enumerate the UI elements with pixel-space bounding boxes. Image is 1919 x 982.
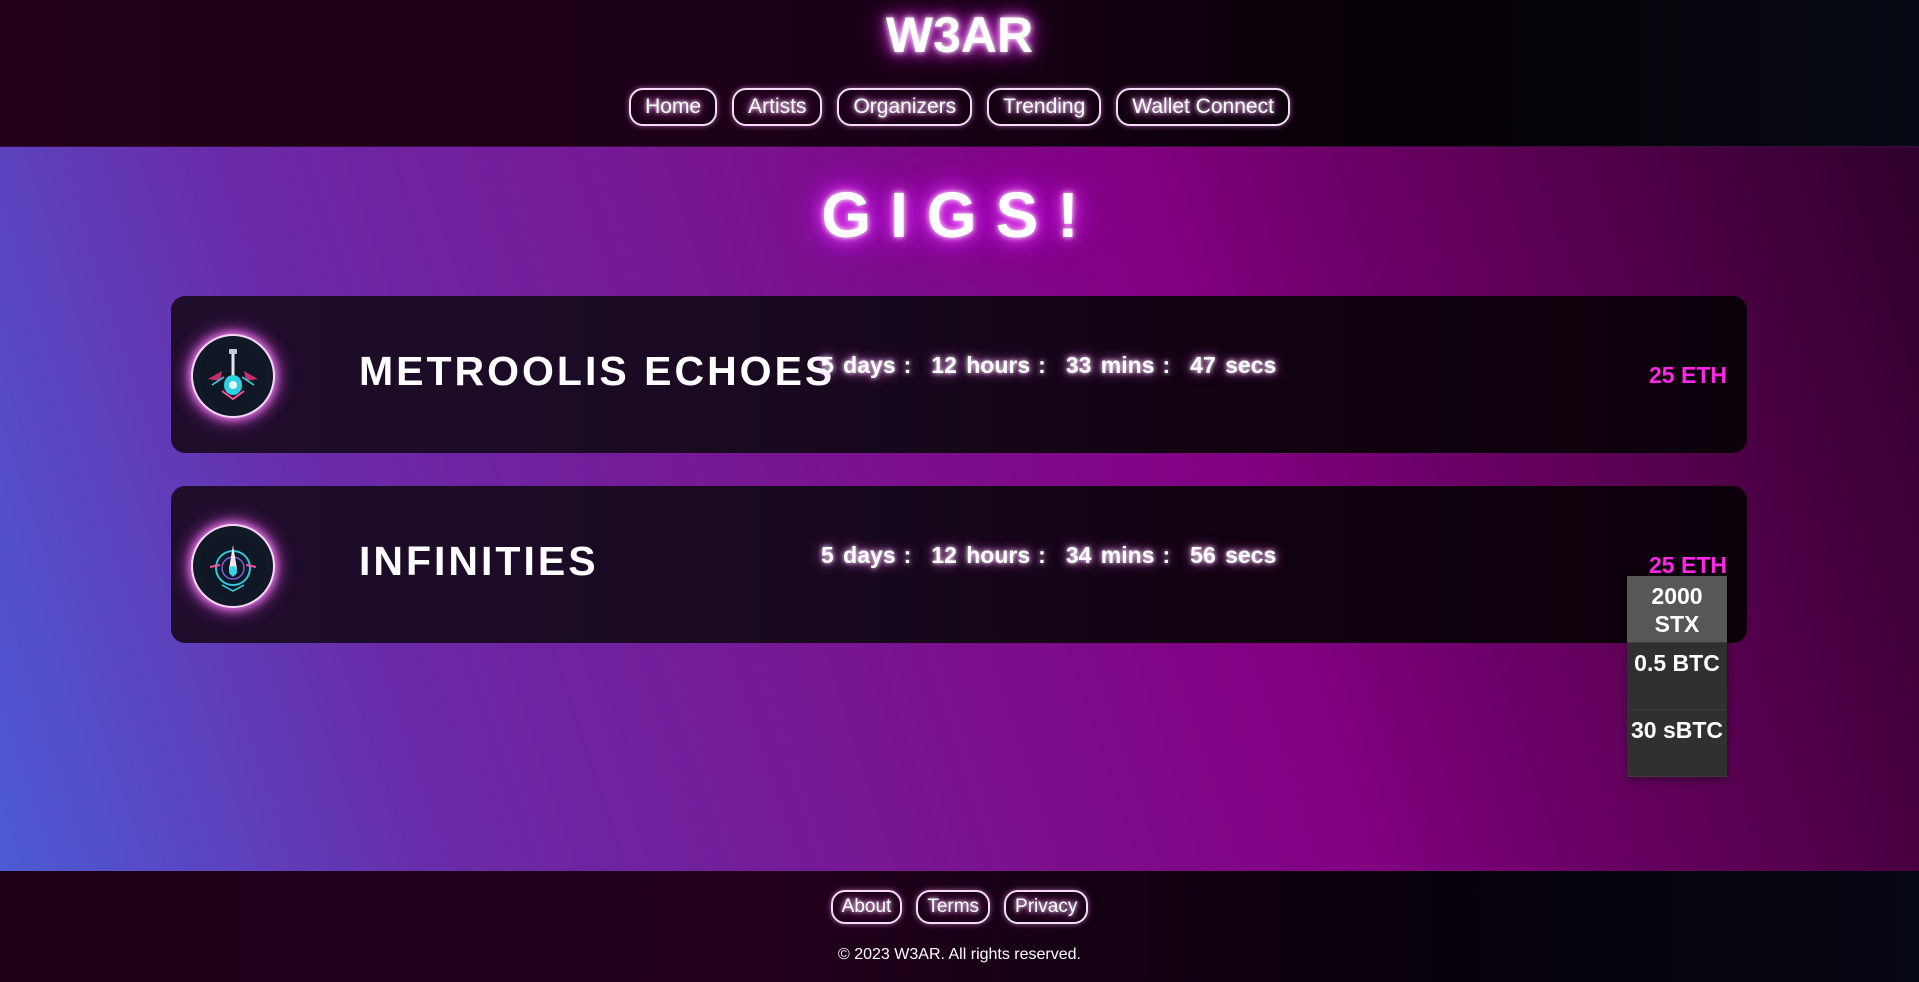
compass-emblem-icon: [191, 524, 275, 608]
nav-artists[interactable]: Artists: [732, 88, 823, 126]
currency-option-stx[interactable]: 2000 STX: [1627, 576, 1727, 643]
countdown-days: 5 days: [821, 542, 896, 568]
currency-option-sbtc[interactable]: 30 sBTC: [1627, 710, 1727, 777]
countdown-hours: 12 hours: [931, 352, 1031, 378]
price-selector[interactable]: 25 ETH: [1649, 552, 1727, 579]
copyright-text: © 2023 W3AR. All rights reserved.: [838, 946, 1081, 963]
countdown-secs: 56 secs: [1190, 542, 1277, 568]
nav-home[interactable]: Home: [629, 88, 718, 126]
nav-wallet-connect[interactable]: Wallet Connect: [1116, 88, 1290, 126]
countdown-hours: 12 hours: [931, 542, 1031, 568]
gig-card[interactable]: INFINITIES 5 days:12 hours:34 mins:56 se…: [171, 486, 1747, 643]
countdown-mins: 34 mins: [1065, 542, 1155, 568]
gig-title: INFINITIES: [359, 538, 599, 584]
brand-logo[interactable]: W3AR: [0, 6, 1919, 64]
countdown-secs: 47 secs: [1190, 352, 1277, 378]
gig-card[interactable]: METROOLIS ECHOES 5 days:12 hours:33 mins…: [171, 296, 1747, 453]
countdown-days: 5 days: [821, 352, 896, 378]
gig-title: METROOLIS ECHOES: [359, 348, 836, 394]
countdown-timer: 5 days:12 hours:34 mins:56 secs: [821, 542, 1277, 568]
guitar-emblem-icon: [191, 334, 275, 418]
currency-option-btc[interactable]: 0.5 BTC: [1627, 643, 1727, 710]
footer-about-link[interactable]: About: [830, 890, 903, 924]
nav-organizers[interactable]: Organizers: [837, 88, 973, 126]
footer-privacy-link[interactable]: Privacy: [1004, 890, 1089, 924]
currency-dropdown: 2000 STX 0.5 BTC 30 sBTC: [1627, 576, 1727, 777]
nav-trending[interactable]: Trending: [987, 88, 1102, 126]
countdown-mins: 33 mins: [1065, 352, 1155, 378]
site-header: W3AR Home Artists Organizers Trending Wa…: [0, 0, 1919, 147]
footer-nav: About Terms Privacy: [0, 890, 1919, 924]
footer-terms-link[interactable]: Terms: [916, 890, 991, 924]
main-nav: Home Artists Organizers Trending Wallet …: [0, 88, 1919, 126]
countdown-timer: 5 days:12 hours:33 mins:47 secs: [821, 352, 1277, 378]
site-footer: About Terms Privacy © 2023 W3AR. All rig…: [0, 871, 1919, 982]
price-selector[interactable]: 25 ETH: [1649, 362, 1727, 389]
page-title: GIGS!: [821, 179, 1098, 251]
